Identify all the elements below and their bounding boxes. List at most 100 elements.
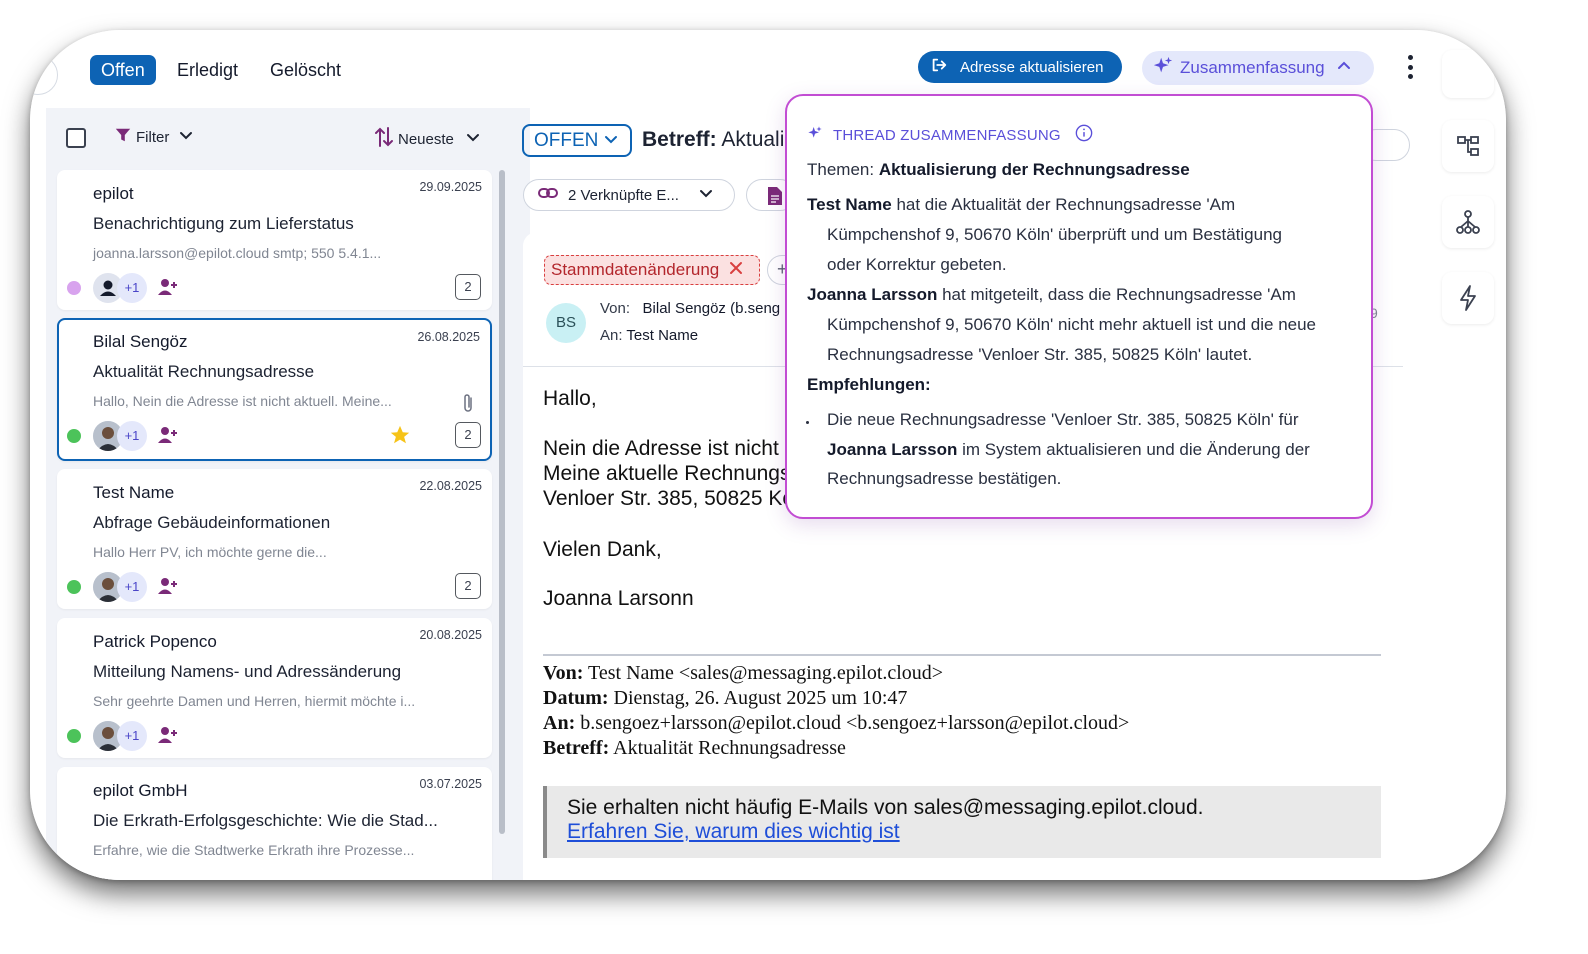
quoted-date-label: Datum: [543,687,609,709]
more-participants: +1 [117,273,147,303]
assign-user-icon[interactable] [157,577,179,600]
thread-subject: Betreff: Aktuali [642,128,784,152]
tab-erledigt[interactable]: Erledigt [177,55,238,85]
assign-user-icon[interactable] [157,278,179,301]
status-dot [67,729,81,743]
summary-person: Test Name [807,195,892,214]
paperclip-icon [461,392,475,419]
summary-text: Rechnungsadresse bestätigen. [827,469,1062,488]
list-item[interactable]: epilot 29.09.2025 Benachrichtigung zum L… [57,170,492,310]
sort-button[interactable]: Neueste [374,126,480,152]
external-sender-notice: Sie erhalten nicht häufig E-Mails von sa… [543,786,1381,858]
rail-button-top[interactable] [1442,50,1494,98]
list-item-date: 29.09.2025 [419,180,482,194]
body-line: Hallo, [543,387,597,410]
lightning-icon[interactable] [1442,272,1494,324]
update-address-button[interactable]: Adresse aktualisieren [918,51,1122,83]
summary-toggle-label: Zusammenfassung [1180,58,1325,77]
update-address-label: Adresse aktualisieren [960,58,1104,76]
list-item-subject: Aktualität Rechnungsadresse [93,362,315,381]
bullet [806,421,809,424]
quote-divider [543,654,1381,656]
summary-point: Joanna Larsson im System aktualisieren u… [827,440,1310,460]
tab-offen[interactable]: Offen [90,55,156,85]
more-vertical-icon[interactable] [1400,52,1420,82]
status-label: OFFEN [534,129,599,151]
list-item-preview: Hallo, Nein die Adresse ist nicht aktuel… [93,393,392,409]
list-item-date: 03.07.2025 [419,777,482,791]
status-dot [67,580,81,594]
list-item-date: 26.08.2025 [417,330,480,344]
to-value: Test Name [626,327,699,344]
info-icon[interactable] [1075,124,1093,146]
avatar: BS [546,303,586,343]
filter-button[interactable]: Filter [114,126,193,148]
list-item-date: 20.08.2025 [419,628,482,642]
message-count-badge: 2 [455,422,481,448]
select-all-checkbox[interactable] [66,128,86,148]
list-item-sender: Patrick Popenco [93,632,217,651]
from-label: Von: [600,300,631,317]
back-button-edge[interactable] [30,55,58,95]
list-item[interactable]: epilot GmbH 03.07.2025 Die Erkrath-Erfol… [57,767,492,880]
thread-subject-value: Aktuali [721,128,785,151]
app-window: Offen Erledigt Gelöscht Adresse aktualis… [30,30,1506,880]
body-line: Nein die Adresse ist nicht a [543,437,797,460]
sort-icon [374,126,394,152]
link-icon [538,186,558,204]
assign-user-icon[interactable] [157,426,179,449]
assign-user-icon[interactable] [157,726,179,749]
participants[interactable]: +1 [93,572,147,602]
more-participants: +1 [117,572,147,602]
thread-subject-label: Betreff: [642,128,717,151]
list-scrollbar[interactable] [499,170,505,834]
list-item-subject: Mitteilung Namens- und Adressänderung [93,662,402,681]
sort-label: Neueste [398,130,454,148]
quoted-subject: Betreff: Aktualität Rechnungsadresse [543,737,846,760]
list-item-selected[interactable]: Bilal Sengöz 26.08.2025 Aktualität Rechn… [57,318,492,461]
close-icon[interactable] [729,260,743,280]
summary-topics: Themen: Aktualisierung der Rechnungsadre… [807,160,1190,180]
from-value: Bilal Sengöz (b.seng [642,300,781,317]
summary-person: Joanna Larsson [827,440,958,459]
chevron-down-icon [466,130,480,148]
quoted-subject-label: Betreff: [543,737,610,759]
body-line: Venloer Str. 385, 50825 Kö [543,487,795,510]
list-item-sender: epilot GmbH [93,781,188,800]
quoted-from-value: Test Name <sales@messaging.epilot.cloud> [588,662,944,684]
status-dropdown[interactable]: OFFEN [522,124,632,157]
tag-chip[interactable]: Stammdatenänderung [544,255,760,285]
summary-text: Kümpchenshof 9, 50670 Köln' überprüft un… [827,225,1282,244]
list-item[interactable]: Test Name 22.08.2025 Abfrage Gebäudeinfo… [57,469,492,609]
summary-toggle-button[interactable]: Zusammenfassung [1142,51,1374,85]
quoted-subject-value: Aktualität Rechnungsadresse [613,737,846,759]
star-icon[interactable] [389,424,411,451]
recommendations-heading: Empfehlungen: [807,375,931,395]
list-item-preview: Erfahre, wie die Stadtwerke Erkrath ihre… [93,842,415,858]
notice-link[interactable]: Erfahren Sie, warum dies wichtig ist [567,820,900,843]
message-count-badge: 2 [455,573,481,599]
participants[interactable]: +1 [93,721,147,751]
tab-geloescht[interactable]: Gelöscht [270,55,341,85]
summary-header: THREAD ZUSAMMENFASSUNG [807,124,1093,146]
list-item-sender: epilot [93,184,134,203]
status-dot [67,429,81,443]
list-item-subject: Abfrage Gebäudeinformationen [93,513,331,532]
participants[interactable]: +1 [93,273,147,303]
hierarchy-icon[interactable] [1442,120,1494,172]
participants[interactable]: +1 [93,421,147,451]
workflow-icon[interactable] [1442,196,1494,248]
topics-value: Aktualisierung der Rechnungsadresse [878,160,1190,179]
summary-text: Rechnungsadresse 'Venloer Str. 385, 5082… [827,345,1253,364]
quoted-to-label: An: [543,712,576,734]
chevron-up-icon [1337,58,1351,78]
list-item-sender: Test Name [93,483,175,502]
status-dot [67,281,81,295]
more-participants: +1 [117,421,147,451]
summary-point: Joanna Larsson hat mitgeteilt, dass die … [807,285,1296,305]
linked-entities-dropdown[interactable]: 2 Verknüpfte E... [523,179,735,211]
summary-text: hat die Aktualität der Rechnungsadresse … [891,195,1236,214]
filter-label: Filter [136,128,170,146]
list-item-preview: joanna.larsson@epilot.cloud smtp; 550 5.… [93,245,382,261]
list-item[interactable]: Patrick Popenco 20.08.2025 Mitteilung Na… [57,618,492,758]
